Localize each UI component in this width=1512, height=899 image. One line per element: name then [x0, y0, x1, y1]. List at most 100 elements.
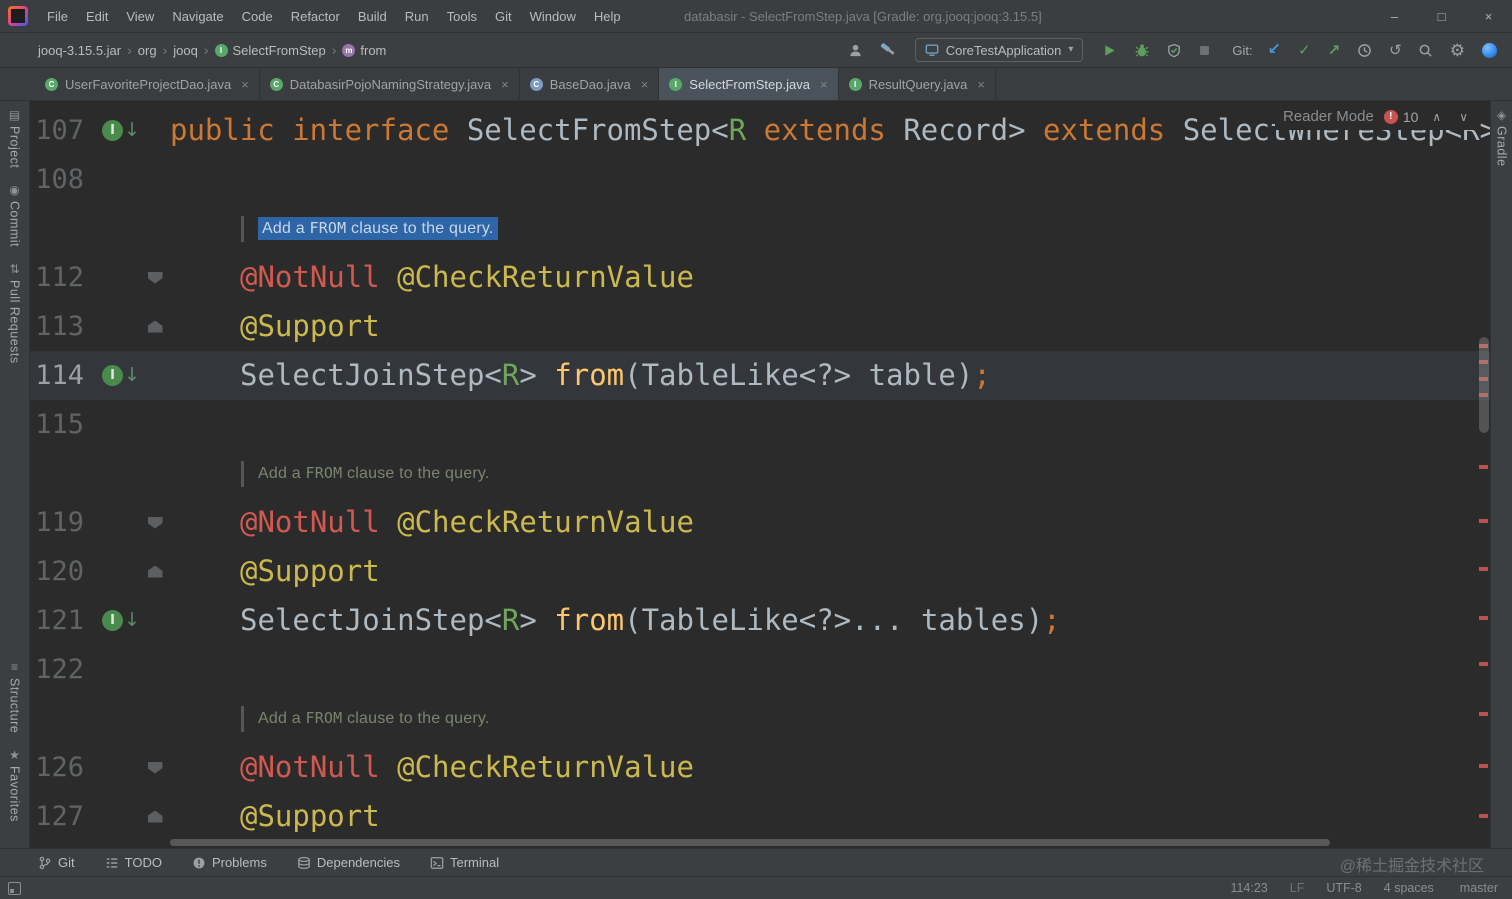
implemented-interface-icon[interactable]: I	[102, 365, 124, 386]
rollback-button[interactable]: ↺	[1384, 40, 1407, 61]
sync-sphere-button[interactable]	[1477, 40, 1502, 61]
javadoc-text[interactable]: Add a FROM clause to the query.	[258, 709, 490, 728]
reader-mode-label[interactable]: Reader Mode	[1283, 108, 1374, 125]
tab-resultquery-java[interactable]: I ResultQuery.java ×	[839, 68, 996, 100]
menu-edit[interactable]: Edit	[77, 9, 117, 24]
tab-basedao-java[interactable]: C BaseDao.java ×	[520, 68, 660, 100]
breadcrumb-item-jooq[interactable]: jooq	[173, 43, 198, 58]
fold-marker-icon[interactable]	[147, 516, 163, 529]
debug-bug-button[interactable]	[1129, 40, 1155, 61]
error-stripe-mark[interactable]	[1479, 616, 1488, 620]
breadcrumb-item-org[interactable]: org	[138, 43, 157, 58]
file-encoding[interactable]: UTF-8	[1326, 881, 1361, 895]
implementations-arrow-icon[interactable]: ↓	[124, 611, 140, 630]
caret-position[interactable]: 114:23	[1230, 881, 1267, 895]
tab-databasirpojonamingstrategy-java[interactable]: C DatabasirPojoNamingStrategy.java ×	[260, 68, 520, 100]
implementations-arrow-icon[interactable]: ↓	[124, 366, 140, 385]
tool-window-button-problems[interactable]: Problems	[192, 855, 267, 870]
error-stripe-mark[interactable]	[1479, 814, 1488, 818]
tool-window-button-terminal[interactable]: Terminal	[430, 855, 499, 870]
editor[interactable]: 107 I ↓ public interface SelectFromStep<R e…	[30, 101, 1490, 848]
error-stripe-mark[interactable]	[1479, 465, 1488, 469]
indent-style[interactable]: 4 spaces	[1384, 881, 1434, 895]
blank-row[interactable]: 122	[30, 645, 1490, 694]
code-line[interactable]: @NotNull @CheckReturnValue	[240, 253, 1490, 302]
javadoc-text[interactable]: Add a FROM clause to the query.	[258, 464, 490, 483]
next-error-button[interactable]: ∨	[1455, 110, 1472, 124]
breadcrumb-item-jooq-3-15-5-jar[interactable]: jooq-3.15.5.jar	[38, 43, 121, 58]
git-branch-widget[interactable]: master	[1456, 881, 1498, 895]
javadoc-text[interactable]: Add a FROM clause to the query.	[258, 217, 498, 240]
blank-row[interactable]: 115	[30, 400, 1490, 449]
code-line[interactable]: @Support	[240, 302, 1490, 351]
code-row[interactable]: 114 I ↓ SelectJoinStep<R> from(TableLike<?>…	[30, 351, 1490, 400]
menu-run[interactable]: Run	[396, 9, 438, 24]
fold-marker-icon[interactable]	[147, 271, 163, 284]
tab-selectfromstep-java[interactable]: I SelectFromStep.java ×	[659, 68, 839, 100]
menu-refactor[interactable]: Refactor	[282, 9, 349, 24]
breadcrumb-item-from[interactable]: m from	[342, 43, 386, 58]
menu-tools[interactable]: Tools	[438, 9, 486, 24]
run-config-selector[interactable]: CoreTestApplication ▾	[914, 38, 1084, 62]
code-row[interactable]: 127 @Support	[30, 792, 1490, 841]
menu-navigate[interactable]: Navigate	[163, 9, 232, 24]
update-project-button[interactable]: ↙	[1263, 39, 1286, 61]
minimize-button[interactable]: –	[1371, 0, 1418, 33]
code-row[interactable]: 107 I ↓ public interface SelectFromStep<R e…	[30, 106, 1490, 155]
vertical-scrollbar[interactable]	[1479, 337, 1489, 433]
stop-button[interactable]	[1193, 41, 1216, 60]
code-row[interactable]: 126 @NotNull @CheckReturnValue	[30, 743, 1490, 792]
error-stripe-mark[interactable]	[1479, 712, 1488, 716]
tool-window-button-gradle[interactable]: ◈ Gradle	[1495, 109, 1509, 167]
javadoc-row[interactable]: Add a FROM clause to the query.	[30, 694, 1490, 743]
error-stripe-mark[interactable]	[1479, 519, 1488, 523]
menu-build[interactable]: Build	[349, 9, 396, 24]
menu-help[interactable]: Help	[585, 9, 630, 24]
previous-error-button[interactable]: ∧	[1428, 110, 1445, 124]
push-button[interactable]: ↗	[1323, 40, 1346, 61]
close-button[interactable]: ×	[1465, 0, 1512, 33]
tool-window-button-dependencies[interactable]: Dependencies	[297, 855, 400, 870]
run-coverage-button[interactable]	[1162, 40, 1186, 61]
code-line[interactable]: @Support	[240, 547, 1490, 596]
fold-marker-icon[interactable]	[147, 565, 163, 578]
code-row[interactable]: 112 @NotNull @CheckReturnValue	[30, 253, 1490, 302]
code-line[interactable]: @NotNull @CheckReturnValue	[240, 498, 1490, 547]
history-clock-button[interactable]	[1352, 40, 1377, 61]
run-play-button[interactable]	[1097, 40, 1122, 61]
breadcrumb-item-selectfromstep[interactable]: I SelectFromStep	[214, 43, 326, 58]
implemented-interface-icon[interactable]: I	[102, 610, 124, 631]
tool-window-button-todo[interactable]: TODO	[105, 855, 162, 870]
close-icon[interactable]: ×	[820, 77, 828, 92]
settings-gear-button[interactable]: ⚙	[1445, 39, 1470, 62]
search-button[interactable]	[1413, 40, 1438, 61]
close-icon[interactable]: ×	[977, 77, 985, 92]
close-icon[interactable]: ×	[501, 77, 509, 92]
menu-code[interactable]: Code	[233, 9, 282, 24]
fold-marker-icon[interactable]	[147, 320, 163, 333]
implemented-interface-icon[interactable]: I	[102, 120, 124, 141]
javadoc-row[interactable]: Add a FROM clause to the query.	[30, 449, 1490, 498]
menu-window[interactable]: Window	[521, 9, 585, 24]
doc-fold-bar[interactable]	[241, 705, 244, 732]
menu-git[interactable]: Git	[486, 9, 521, 24]
implementations-arrow-icon[interactable]: ↓	[124, 121, 140, 140]
tool-window-button-commit[interactable]: ◉ Commit	[8, 184, 22, 247]
code-line[interactable]: SelectJoinStep<R> from(TableLike<?> tabl…	[240, 351, 1490, 400]
build-hammer-button[interactable]	[875, 39, 901, 61]
doc-fold-bar[interactable]	[241, 215, 244, 242]
collab-users-button[interactable]	[843, 40, 868, 61]
horizontal-scrollbar[interactable]	[170, 839, 1330, 846]
maximize-button[interactable]: □	[1418, 0, 1465, 33]
error-stripe-mark[interactable]	[1479, 764, 1488, 768]
tab-userfavoriteprojectdao-java[interactable]: C UserFavoriteProjectDao.java ×	[35, 68, 260, 100]
close-icon[interactable]: ×	[241, 77, 249, 92]
tool-window-button-favorites[interactable]: ★ Favorites	[8, 749, 22, 822]
code-row[interactable]: 113 @Support	[30, 302, 1490, 351]
code-row[interactable]: 119 @NotNull @CheckReturnValue	[30, 498, 1490, 547]
tool-window-button-structure[interactable]: ≡ Structure	[8, 661, 22, 733]
inspections-widget[interactable]: ! 10	[1383, 109, 1418, 125]
tool-window-toggle-icon[interactable]	[8, 881, 21, 895]
code-line[interactable]: @NotNull @CheckReturnValue	[240, 743, 1490, 792]
line-separator[interactable]: LF	[1290, 881, 1305, 895]
